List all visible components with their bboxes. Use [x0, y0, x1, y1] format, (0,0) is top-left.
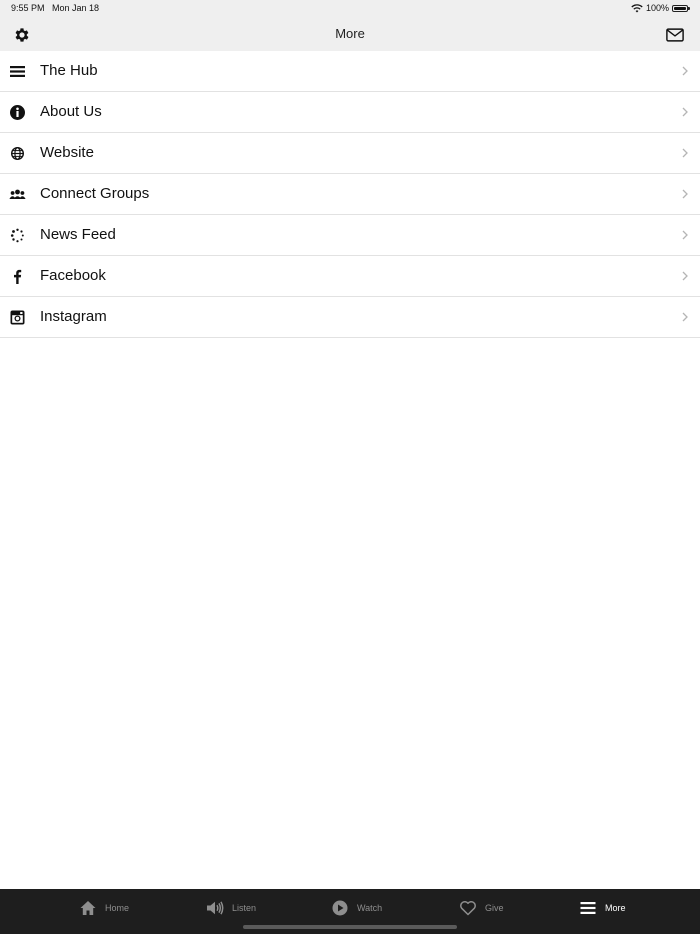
nav-bar: More [0, 18, 700, 51]
tab-home[interactable]: Home [79, 899, 129, 917]
wifi-icon [631, 3, 643, 12]
menu-item-label: Facebook [40, 267, 106, 284]
menu-item-the-hub[interactable]: The Hub [0, 51, 700, 92]
mail-icon[interactable] [666, 27, 684, 43]
speaker-icon [207, 901, 224, 915]
chevron-right-icon [682, 107, 688, 117]
menu-item-label: Instagram [40, 308, 107, 325]
tab-label: Home [105, 903, 130, 913]
tab-label: Watch [357, 903, 383, 913]
chevron-right-icon [682, 66, 688, 76]
globe-icon [10, 146, 25, 161]
menu-item-facebook[interactable]: Facebook [0, 256, 700, 297]
tab-watch[interactable]: Watch [331, 899, 382, 917]
tab-listen[interactable]: Listen [206, 899, 256, 917]
status-bar: 9:55 PM Mon Jan 18 100% [0, 0, 700, 18]
hamburger-icon [580, 902, 596, 914]
tab-label: Listen [232, 903, 257, 913]
status-date: Mon Jan 18 [52, 3, 100, 13]
menu-item-news-feed[interactable]: News Feed [0, 215, 700, 256]
chevron-right-icon [682, 189, 688, 199]
menu-item-website[interactable]: Website [0, 133, 700, 174]
menu-item-label: The Hub [40, 62, 98, 79]
menu-item-label: Connect Groups [40, 185, 150, 202]
hamburger-icon [10, 66, 25, 77]
menu-item-label: Website [40, 144, 94, 161]
instagram-icon [10, 310, 25, 325]
menu-item-connect-groups[interactable]: Connect Groups [0, 174, 700, 215]
chevron-right-icon [682, 312, 688, 322]
tab-label: More [605, 903, 626, 913]
battery-icon [672, 4, 690, 12]
spinner-icon [10, 228, 24, 243]
menu-item-label: News Feed [40, 226, 116, 243]
chevron-right-icon [682, 230, 688, 240]
chevron-right-icon [682, 148, 688, 158]
chevron-right-icon [682, 271, 688, 281]
facebook-icon [14, 269, 22, 284]
battery-percent: 100% [645, 3, 669, 13]
home-icon [80, 901, 96, 915]
more-menu-list: The Hub About Us Website Connect Groups … [0, 51, 700, 338]
group-icon [9, 189, 26, 199]
menu-item-about-us[interactable]: About Us [0, 92, 700, 133]
status-time: 9:55 PM [11, 3, 45, 13]
home-indicator[interactable] [243, 925, 457, 929]
menu-item-instagram[interactable]: Instagram [0, 297, 700, 338]
tab-give[interactable]: Give [459, 899, 504, 917]
tab-bar: Home Listen Watch Give More [0, 889, 700, 934]
menu-item-label: About Us [40, 103, 102, 120]
info-icon [10, 105, 25, 120]
play-icon [332, 900, 348, 916]
heart-icon [460, 901, 476, 916]
tab-more[interactable]: More [579, 899, 626, 917]
status-indicators: 100% [631, 3, 690, 13]
page-title: More [335, 26, 365, 41]
tab-label: Give [485, 903, 504, 913]
